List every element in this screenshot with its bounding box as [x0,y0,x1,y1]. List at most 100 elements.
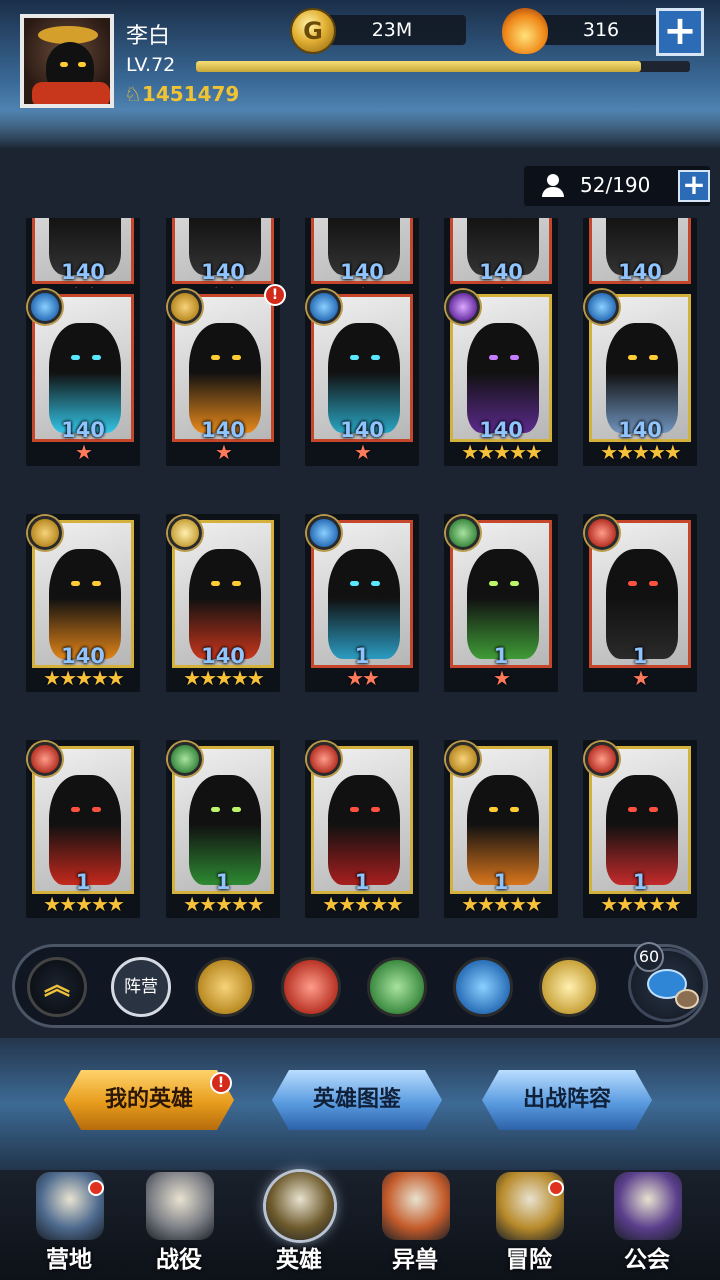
expand-hero-slots-button[interactable]: + [678,170,710,202]
hero-card[interactable]: 140★ [305,288,419,466]
star-icon: ★ [215,666,233,690]
hero-eyes [350,581,380,587]
hero-silhouette [467,549,539,659]
star-icon: ★ [215,440,233,464]
nav-item-3[interactable]: 异兽 [360,1170,470,1280]
hero-stars: ★★ [305,666,419,690]
hero-silhouette [49,323,121,433]
hero-level: 140 [61,260,105,284]
guild-banner-icon [614,1172,682,1240]
hero-eyes [350,807,380,813]
star-icon: ★ [524,892,543,916]
hero-card[interactable]: 1 ★★★★★ [166,740,280,918]
hero-level: 1 [493,870,509,894]
hero-card[interactable]: ! 140 ★ [166,284,286,466]
nav-item-2[interactable]: 英雄 [244,1170,354,1280]
hero-card[interactable]: 1 ★★★★★ [444,740,558,918]
hero-stars: ★ [583,666,697,690]
hero-helmet-icon [266,1172,334,1240]
hero-eyes [628,355,658,361]
chat-unread-count: 60 [634,942,664,972]
water-faction-filter-icon[interactable] [453,957,513,1017]
energy-flame-icon [502,8,548,54]
star-icon: ★ [385,892,404,916]
hero-level: 140 [61,644,105,668]
nav-notification-dot [88,1180,104,1196]
hero-eyes [489,581,519,587]
player-avatar[interactable] [20,14,114,108]
hero-card[interactable]: 1 ★★★★★ [305,740,419,918]
power-icon: ♘ [124,82,142,106]
star-icon: ★ [246,666,265,690]
hero-level: 1 [354,644,370,668]
star-icon: ★ [647,892,666,916]
hero-level: 140 [618,418,662,442]
star-icon: ★ [106,892,125,916]
hero-card[interactable]: 1 ★★★★★ [26,740,140,918]
water-faction-icon [585,290,619,324]
hero-level: 140 [479,418,523,442]
hero-eyes [211,581,241,587]
hero-eyes [211,807,241,813]
holy-faction-filter-icon[interactable] [539,957,599,1017]
star-icon: ★ [75,666,93,690]
hero-card[interactable]: 140★ [26,288,140,466]
beast-icon [382,1172,450,1240]
hero-level: 140 [340,418,384,442]
star-icon: ★ [600,440,618,464]
hero-level: 1 [493,644,509,668]
star-icon: ★ [75,440,93,464]
hero-count-box: 52/190 + [524,166,710,206]
my-heroes-button[interactable]: 我的英雄 [64,1070,234,1130]
battle-lineup-button[interactable]: 出战阵容 [482,1070,652,1130]
water-faction-icon [307,290,341,324]
leaf-faction-filter-icon[interactable] [367,957,427,1017]
hero-card[interactable]: 140 ★★★★★ [583,288,697,466]
star-icon: ★ [663,892,682,916]
hero-card[interactable]: 140 ★★★★★ [166,514,280,692]
hero-stars: ★★★★★ [166,666,280,690]
star-icon: ★ [493,892,511,916]
hero-codex-button[interactable]: 英雄图鉴 [272,1070,442,1130]
hero-level: 140 [479,260,523,284]
hero-card[interactable]: 140 ★★★★★ [26,514,140,692]
sun-faction-filter-icon[interactable] [195,957,255,1017]
avatar-scarf [32,82,110,104]
star-icon: ★ [199,892,217,916]
nav-item-0[interactable]: 营地 [14,1170,124,1280]
add-person-icon [542,174,564,197]
add-energy-button[interactable]: + [656,8,704,56]
hero-card[interactable]: 1 ★★★★★ [583,740,697,918]
leaf-faction-icon [168,742,202,776]
fire-faction-filter-icon[interactable] [281,957,341,1017]
hero-silhouette [606,775,678,885]
star-icon: ★ [230,666,249,690]
nav-item-4[interactable]: 冒险 [474,1170,584,1280]
hero-card[interactable]: 1 ★★ [305,514,419,692]
star-icon: ★ [647,440,666,464]
hero-silhouette [328,775,400,885]
hero-stars: ★★★★★ [583,440,697,464]
star-icon: ★ [632,892,650,916]
hero-card[interactable]: 140 ★★★★★ [444,288,558,466]
hero-silhouette [49,775,121,885]
hero-stars: ★★★★★ [583,892,697,916]
nav-item-5[interactable]: 公会 [592,1170,702,1280]
avatar-eye [60,62,68,67]
nav-label: 异兽 [392,1247,438,1273]
star-icon: ★ [59,666,77,690]
star-icon: ★ [362,666,380,690]
collapse-up-icon[interactable]: ︽ [27,957,87,1017]
sun-faction-icon [28,516,62,550]
hero-stars: ★★★★★ [166,892,280,916]
star-icon: ★ [43,666,61,690]
hero-eyes [211,355,241,361]
hero-card[interactable]: 1 ★ [444,514,558,692]
hero-grid[interactable]: 140★★140★★140★140★140★140★!140★140★140★★… [0,218,720,950]
hero-level: 140 [618,260,662,284]
nav-item-1[interactable]: 战役 [124,1170,234,1280]
camp-filter-button[interactable]: 阵营 [111,957,171,1017]
star-icon: ★ [493,666,511,690]
bottom-nav: 营地 战役 英雄 异兽 冒险 公会 [0,1170,720,1280]
hero-card[interactable]: 1 ★ [583,514,697,692]
